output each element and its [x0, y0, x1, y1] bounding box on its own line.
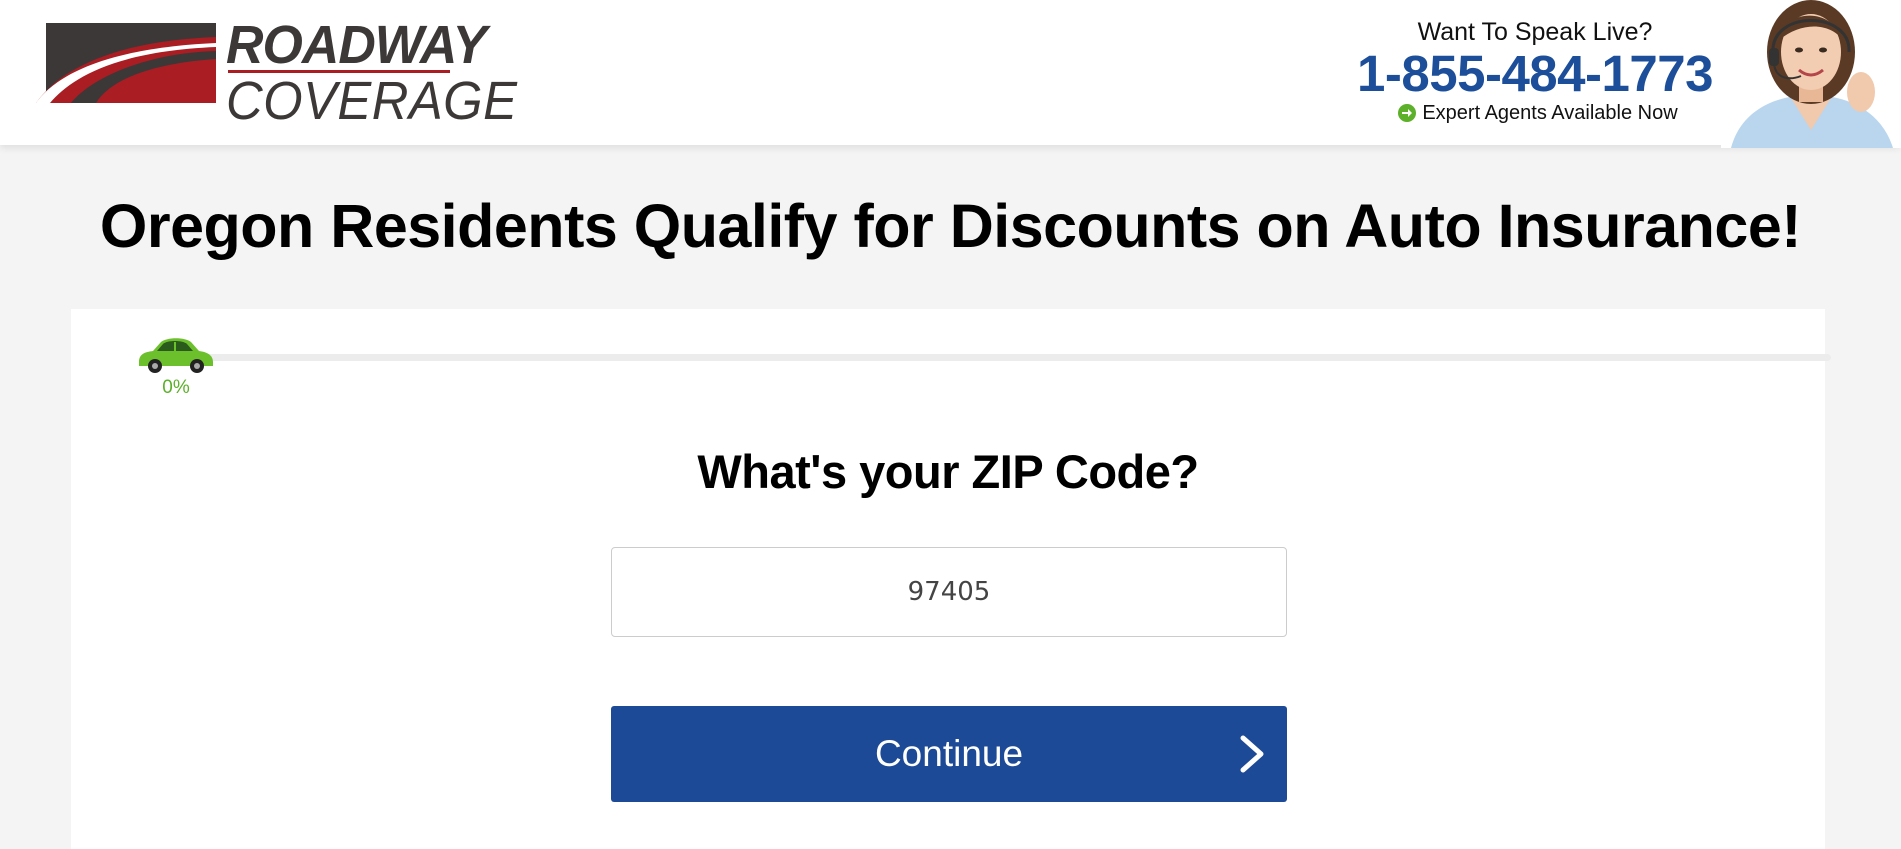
progress-percent: 0% — [162, 377, 190, 398]
chevron-right-icon — [1240, 735, 1264, 773]
roadway-coverage-logo[interactable]: ROADWAY COVERAGE — [36, 18, 517, 128]
agents-available: Expert Agents Available Now — [1345, 100, 1725, 126]
arrow-right-circle-icon — [1398, 104, 1417, 122]
site-header: ROADWAY COVERAGE Want To Speak Live? 1-8… — [0, 0, 1901, 148]
page-headline: Oregon Residents Qualify for Discounts o… — [99, 192, 1802, 260]
progress-bar — [151, 354, 1831, 361]
continue-button-label: Continue — [874, 733, 1024, 774]
continue-button[interactable]: Continue — [611, 706, 1287, 802]
phone-number-link[interactable]: 1-855-484-1773 — [1345, 48, 1725, 100]
agent-photo — [1721, 0, 1901, 148]
car-icon — [139, 338, 213, 373]
road-logo-icon — [36, 23, 216, 103]
contact-block: Want To Speak Live? 1-855-484-1773 Exper… — [1345, 16, 1725, 126]
zip-question: What's your ZIP Code? — [697, 445, 1199, 498]
logo-roadway-text: ROADWAY — [226, 15, 487, 75]
speak-live-prompt: Want To Speak Live? — [1417, 18, 1653, 46]
agents-available-text: Expert Agents Available Now — [1422, 102, 1678, 124]
quote-form-card: 0% What's your ZIP Code? Continue — [71, 309, 1831, 849]
logo-coverage-text: COVERAGE — [226, 71, 518, 131]
zip-code-input[interactable] — [611, 547, 1287, 637]
